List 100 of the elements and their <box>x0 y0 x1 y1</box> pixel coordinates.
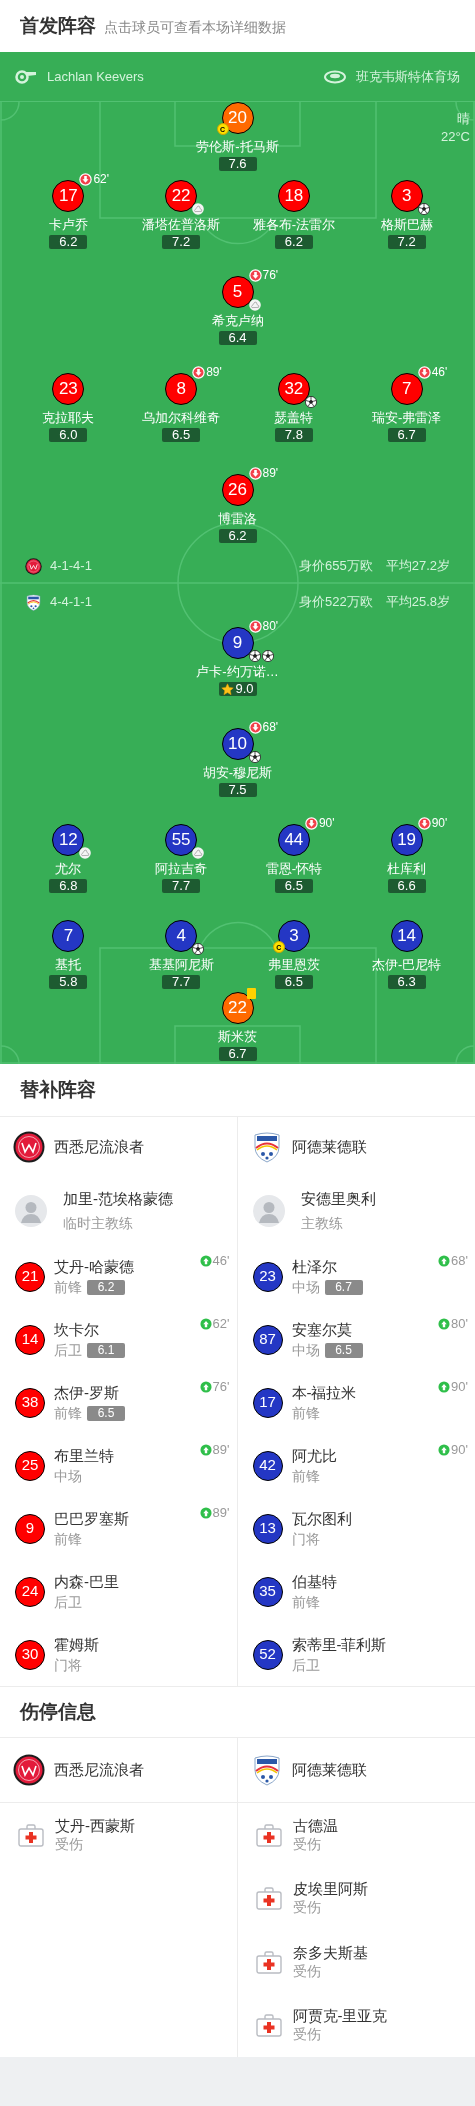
coach-name[interactable]: 安德里奥利 <box>300 1190 376 1208</box>
booking-card-icon <box>246 988 256 999</box>
substitution-off-icon <box>248 620 262 633</box>
injury-status: 受伤 <box>292 1834 322 1853</box>
substitution-on-icon <box>199 1318 212 1330</box>
player-position: 后卫 <box>54 1340 82 1360</box>
player-rating: 6.7 <box>397 428 416 442</box>
player-number[interactable]: 22 <box>165 180 198 212</box>
player-number[interactable]: 9 <box>15 1513 45 1544</box>
player-name[interactable]: 巴巴罗塞斯 <box>54 1508 129 1528</box>
team-name[interactable]: 西悉尼流浪者 <box>54 1135 144 1159</box>
substitution-minute: 80' <box>262 620 279 633</box>
player-number[interactable]: 23 <box>252 1261 283 1292</box>
player-number[interactable]: 4 <box>165 920 198 952</box>
player-number[interactable]: 5 <box>221 276 254 308</box>
player-position: 前锋 <box>291 1403 320 1423</box>
player-name[interactable]: 霍姆斯 <box>54 1634 99 1654</box>
player-number[interactable]: 26 <box>221 474 254 506</box>
section-title: 首发阵容 <box>20 13 96 38</box>
team-name[interactable]: 西悉尼流浪者 <box>54 1758 144 1782</box>
player-rating: 7.2 <box>397 235 416 249</box>
player-number[interactable]: 55 <box>165 824 198 856</box>
player-name[interactable]: 阿贾克-里亚克 <box>292 2007 388 2026</box>
player-number[interactable]: 32 <box>277 373 310 405</box>
player-name[interactable]: 艾丹-哈蒙德 <box>54 1256 134 1276</box>
substitution-off-icon <box>248 721 262 734</box>
substitution-minute: 46' <box>431 366 448 379</box>
player-number[interactable]: 19 <box>390 824 423 856</box>
player-number[interactable]: 21 <box>15 1261 45 1292</box>
player-position: 中场 <box>291 1277 320 1297</box>
player-number[interactable]: 17 <box>252 1387 283 1418</box>
team-value: 身价522万欧 <box>299 593 373 612</box>
player-number[interactable]: 87 <box>252 1324 283 1355</box>
whistle-icon <box>15 69 37 84</box>
player-number[interactable]: 9 <box>221 627 254 659</box>
player-number[interactable]: 7 <box>52 920 85 952</box>
player-name[interactable]: 阿尤比 <box>291 1445 337 1465</box>
player-number[interactable]: 3 <box>390 180 423 212</box>
player-rating: 7.2 <box>172 235 191 249</box>
player-rating: 6.7 <box>324 1279 363 1295</box>
player-number[interactable]: 10 <box>221 728 254 760</box>
player-name[interactable]: 皮埃里阿斯 <box>292 1880 368 1899</box>
player-rating: 6.5 <box>284 879 303 893</box>
coach-role: 临时主教练 <box>63 1214 134 1232</box>
player-rating: 6.3 <box>397 975 416 989</box>
ball-icon <box>248 751 261 763</box>
ball-icon <box>192 943 205 955</box>
player-number[interactable]: 17 <box>52 180 85 212</box>
player-name[interactable]: 杜泽尔 <box>291 1256 363 1276</box>
player-rating: 7.6 <box>228 157 247 171</box>
player-number[interactable]: 35 <box>252 1576 283 1607</box>
player-rating: 6.0 <box>59 428 78 442</box>
player-number[interactable]: 25 <box>15 1450 45 1481</box>
player-rating: 6.5 <box>324 1342 363 1358</box>
player-number[interactable]: 13 <box>252 1513 283 1544</box>
player-number[interactable]: 23 <box>52 373 85 405</box>
player-name[interactable]: 内森-巴里 <box>54 1571 119 1591</box>
player-number[interactable]: 30 <box>15 1639 45 1670</box>
referee-name: Lachlan Keevers <box>47 67 144 86</box>
player-number[interactable]: 14 <box>390 920 423 952</box>
player-name[interactable]: 布里兰特 <box>54 1445 114 1465</box>
player-number[interactable]: 7 <box>390 373 423 405</box>
player-name[interactable]: 杰伊-罗斯 <box>54 1382 125 1402</box>
player-number[interactable]: 42 <box>252 1450 283 1481</box>
player-number[interactable]: 12 <box>52 824 85 856</box>
player-number[interactable]: 52 <box>252 1639 283 1670</box>
player-name[interactable]: 奈多夫斯基 <box>292 1943 368 1962</box>
substitution-minute: 89' <box>212 1443 230 1457</box>
player-rating: 6.4 <box>228 331 247 345</box>
player-number[interactable]: 14 <box>15 1324 45 1355</box>
stadium-icon <box>324 69 346 84</box>
team-name[interactable]: 阿德莱德联 <box>291 1758 367 1782</box>
player-name[interactable]: 古德温 <box>292 1816 338 1835</box>
player-name[interactable]: 安塞尔莫 <box>291 1319 363 1339</box>
medical-kit-icon <box>255 1948 282 1975</box>
player-name[interactable]: 本-福拉米 <box>291 1382 357 1402</box>
player-name[interactable]: 伯基特 <box>291 1571 337 1591</box>
player-position: 后卫 <box>291 1655 320 1675</box>
player-number[interactable]: 44 <box>277 824 310 856</box>
substitution-minute: 68' <box>262 721 279 734</box>
medical-kit-icon <box>255 1885 282 1912</box>
player-name[interactable]: 艾丹-西蒙斯 <box>55 1816 135 1835</box>
player-name[interactable]: 索蒂里-菲利斯 <box>291 1634 387 1654</box>
injury-status: 受伤 <box>292 2025 322 2044</box>
player-name[interactable]: 瓦尔图利 <box>291 1508 352 1528</box>
player-number[interactable]: 24 <box>15 1576 45 1607</box>
player-number[interactable]: 18 <box>277 180 310 212</box>
average-age: 平均27.2岁 <box>385 557 450 576</box>
player-position: 前锋 <box>54 1277 82 1297</box>
player-position: 前锋 <box>54 1403 82 1423</box>
player-name[interactable]: 坎卡尔 <box>54 1319 125 1339</box>
coach-name[interactable]: 加里-范埃格蒙德 <box>63 1190 173 1208</box>
substitution-off-icon <box>417 366 431 379</box>
crest-icon <box>25 593 42 611</box>
team-name[interactable]: 阿德莱德联 <box>291 1135 367 1159</box>
venue-name: 班克韦斯特体育场 <box>356 67 460 86</box>
player-number[interactable]: 8 <box>165 373 198 405</box>
substitution-on-icon <box>438 1381 451 1393</box>
player-number[interactable]: 38 <box>15 1387 45 1418</box>
substitution-on-icon <box>199 1507 212 1519</box>
